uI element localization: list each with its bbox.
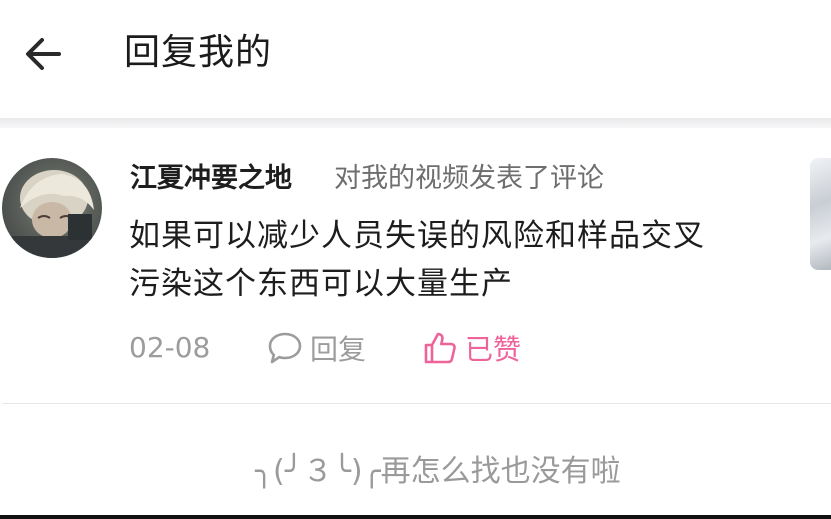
end-of-list-message: ╮(╯３╰)╭再怎么找也没有啦	[255, 454, 621, 489]
header-divider	[0, 118, 831, 128]
page-title: 回复我的	[124, 32, 273, 73]
username[interactable]: 江夏冲要之地	[130, 161, 292, 197]
like-label: 已赞	[465, 333, 522, 366]
comment-date: 02-08	[129, 331, 211, 364]
divider	[2, 403, 831, 404]
comment-meta: 02-08 回复 已赞	[129, 328, 789, 368]
arrow-left-icon	[26, 38, 61, 70]
speech-bubble-icon	[268, 332, 302, 364]
thumbs-up-icon	[424, 332, 456, 364]
back-button[interactable]	[18, 28, 70, 80]
reply-button[interactable]: 回复	[266, 328, 366, 368]
reply-label: 回复	[310, 333, 367, 366]
avatar-image	[12, 170, 94, 258]
action-description: 对我的视频发表了评论	[334, 163, 604, 194]
like-button[interactable]: 已赞	[421, 328, 521, 368]
comment-content-line: 如果可以减少人员失误的风险和样品交叉	[129, 218, 705, 254]
reply-page: 回复我的 江夏冲要之地 对我的视频发表了评论 如果可以减少人员失误的风险和样品交…	[0, 0, 831, 519]
video-thumbnail[interactable]	[810, 158, 831, 270]
comment-content-line: 污染这个东西可以大量生产	[129, 266, 513, 302]
avatar[interactable]	[2, 158, 102, 258]
comment-item[interactable]: 江夏冲要之地 对我的视频发表了评论 如果可以减少人员失误的风险和样品交叉 污染这…	[0, 128, 831, 404]
header-bar: 回复我的	[0, 0, 831, 108]
bottom-edge-bar	[0, 515, 831, 519]
comment-content: 如果可以减少人员失误的风险和样品交叉 污染这个东西可以大量生产	[129, 212, 789, 308]
